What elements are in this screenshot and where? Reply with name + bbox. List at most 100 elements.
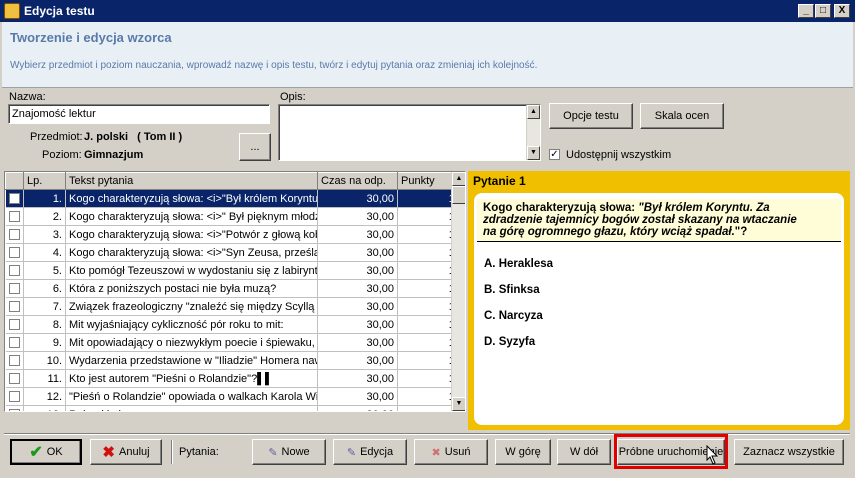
row-checkbox-box[interactable] — [8, 229, 20, 241]
col-check[interactable] — [5, 172, 24, 190]
subject-value: J. polski ( Tom II ) — [84, 131, 183, 143]
name-label: Nazwa: — [9, 91, 46, 103]
table-row[interactable]: 4. Kogo charakteryzują słowa: <i>"Syn Zeu… — [5, 243, 465, 262]
level-value: Gimnazjum — [84, 149, 144, 161]
cancel-button[interactable]: ✖ Anuluj — [90, 439, 162, 465]
row-checkbox[interactable] — [5, 297, 24, 316]
row-checkbox[interactable] — [5, 333, 24, 352]
share-checkbox[interactable]: ✓ — [549, 149, 560, 160]
table-row[interactable]: 6. Która z poniższych postaci nie była mu… — [5, 279, 465, 298]
row-checkbox[interactable] — [5, 405, 24, 411]
row-checkbox[interactable] — [5, 243, 24, 262]
test-options-button[interactable]: Opcje testu — [549, 103, 633, 129]
scroll-thumb[interactable] — [452, 186, 465, 204]
row-question-text: Kto pomógł Tezeuszowi w wydostaniu się z… — [65, 261, 318, 280]
table-row[interactable]: 8. Mit wyjaśniający cykliczność pór roku … — [5, 315, 465, 334]
row-checkbox-box[interactable] — [8, 391, 20, 403]
browse-subject-button[interactable]: ... — [239, 133, 271, 161]
questions-table: Lp. Tekst pytania Czas na odp. Punkty 1.… — [4, 171, 466, 412]
description-textarea[interactable]: ▲ ▼ — [278, 104, 541, 161]
table-row[interactable]: 12. "Pieśń o Rolandzie" opowiada o walkac… — [5, 387, 465, 406]
scroll-up-icon[interactable]: ▲ — [527, 105, 540, 119]
page-title: Tworzenie i edycja wzorca — [10, 30, 172, 45]
description-scrollbar[interactable]: ▲ ▼ — [526, 105, 540, 160]
answer-d: D. Syzyfa — [484, 336, 536, 348]
delete-question-button[interactable]: ✖ Usuń — [414, 439, 488, 465]
edit-question-icon: ✎ — [346, 446, 357, 459]
row-checkbox-box[interactable] — [8, 373, 20, 385]
new-label: Nowe — [281, 446, 310, 458]
row-checkbox[interactable] — [5, 261, 24, 280]
mouse-pointer-icon — [706, 445, 719, 465]
col-answer-time[interactable]: Czas na odp. — [317, 172, 398, 190]
question-prefix: Kogo charakteryzują słowa: — [483, 202, 639, 214]
table-row[interactable]: 1. Kogo charakteryzują słowa: <i>"Był kró… — [5, 189, 465, 208]
row-checkbox[interactable] — [5, 225, 24, 244]
edit-label: Edycja — [360, 446, 394, 458]
close-button[interactable]: X — [834, 4, 850, 18]
question-preview-title: Pytanie 1 — [473, 174, 526, 188]
checkmark-icon: ✔ — [29, 444, 43, 461]
row-checkbox-box[interactable] — [8, 355, 20, 367]
row-checkbox-box[interactable] — [8, 211, 20, 223]
cancel-label: Anuluj — [119, 446, 150, 458]
table-row[interactable]: 9. Mit opowiadający o niezwykłym poecie i… — [5, 333, 465, 352]
scroll-down-icon[interactable]: ▼ — [527, 146, 540, 160]
row-number: 7. — [23, 297, 66, 316]
row-answer-time: 30,00 — [317, 333, 398, 352]
page-description: Wybierz przedmiot i poziom nauczania, wp… — [10, 60, 538, 71]
row-checkbox-box[interactable] — [8, 409, 20, 411]
row-checkbox[interactable] — [5, 189, 24, 208]
row-number: 13. — [23, 405, 66, 411]
ok-button[interactable]: ✔ OK — [10, 439, 82, 465]
table-row[interactable]: 2. Kogo charakteryzują słowa: <i>" Był pi… — [5, 207, 465, 226]
table-row[interactable]: 5. Kto pomógł Tezeuszowi w wydostaniu się… — [5, 261, 465, 280]
question-quote-line1: "Był królem Koryntu. Za — [638, 202, 770, 214]
grade-scale-button[interactable]: Skala ocen — [640, 103, 724, 129]
row-checkbox[interactable] — [5, 369, 24, 388]
description-label: Opis: — [280, 91, 306, 103]
table-row[interactable]: 7. Związek frazeologiczny "znaleźć się mi… — [5, 297, 465, 316]
row-checkbox[interactable] — [5, 279, 24, 298]
table-scrollbar[interactable]: ▲ ▼ — [451, 172, 465, 411]
scroll-down-icon[interactable]: ▼ — [452, 397, 465, 411]
row-answer-time: 30,00 — [317, 261, 398, 280]
row-answer-time: 30,00 — [317, 243, 398, 262]
new-question-button[interactable]: ✎ Nowe — [252, 439, 326, 465]
move-down-button[interactable]: W dół — [557, 439, 611, 465]
minimize-button[interactable]: _ — [798, 4, 814, 18]
row-question-text: Wydarzenia przedstawione w "Iliadzie" Ho… — [65, 351, 318, 370]
row-question-text: Kogo charakteryzują słowa: <i>"Syn Zeusa… — [65, 243, 318, 262]
move-up-button[interactable]: W górę — [495, 439, 551, 465]
row-question-text: Kogo charakteryzują słowa: <i>"Był króle… — [65, 189, 318, 208]
row-answer-time: 30,00 — [317, 297, 398, 316]
row-checkbox-box[interactable] — [8, 301, 20, 313]
table-row[interactable]: 11. Kto jest autorem "Pieśni o Rolandzie"… — [5, 369, 465, 388]
row-answer-time: 30,00 — [317, 189, 398, 208]
table-row[interactable]: 13.Roland był:30,001,0 — [5, 405, 465, 411]
name-input[interactable] — [8, 104, 270, 124]
scroll-up-icon[interactable]: ▲ — [452, 172, 465, 186]
row-checkbox[interactable] — [5, 207, 24, 226]
delete-question-icon: ✖ — [431, 446, 441, 459]
row-checkbox-box[interactable] — [8, 337, 20, 349]
col-question-text[interactable]: Tekst pytania — [65, 172, 318, 190]
table-header-row: Lp. Tekst pytania Czas na odp. Punkty — [5, 172, 465, 190]
row-checkbox-box[interactable] — [8, 319, 20, 331]
row-checkbox-box[interactable] — [8, 247, 20, 259]
row-checkbox[interactable] — [5, 315, 24, 334]
row-checkbox-box[interactable] — [8, 193, 20, 205]
table-row[interactable]: 10. Wydarzenia przedstawione w "Iliadzie"… — [5, 351, 465, 370]
delete-label: Usuń — [444, 446, 471, 458]
table-row[interactable]: 3. Kogo charakteryzują słowa: <i>"Potwór … — [5, 225, 465, 244]
maximize-button[interactable]: □ — [815, 4, 831, 18]
row-checkbox-box[interactable] — [8, 283, 20, 295]
select-all-button[interactable]: Zaznacz wszystkie — [734, 439, 844, 465]
row-answer-time: 30,00 — [317, 351, 398, 370]
col-number[interactable]: Lp. — [23, 172, 66, 190]
edit-question-button[interactable]: ✎ Edycja — [333, 439, 407, 465]
row-checkbox[interactable] — [5, 351, 24, 370]
row-checkbox-box[interactable] — [8, 265, 20, 277]
row-checkbox[interactable] — [5, 387, 24, 406]
question-suffix: "? — [734, 226, 748, 238]
